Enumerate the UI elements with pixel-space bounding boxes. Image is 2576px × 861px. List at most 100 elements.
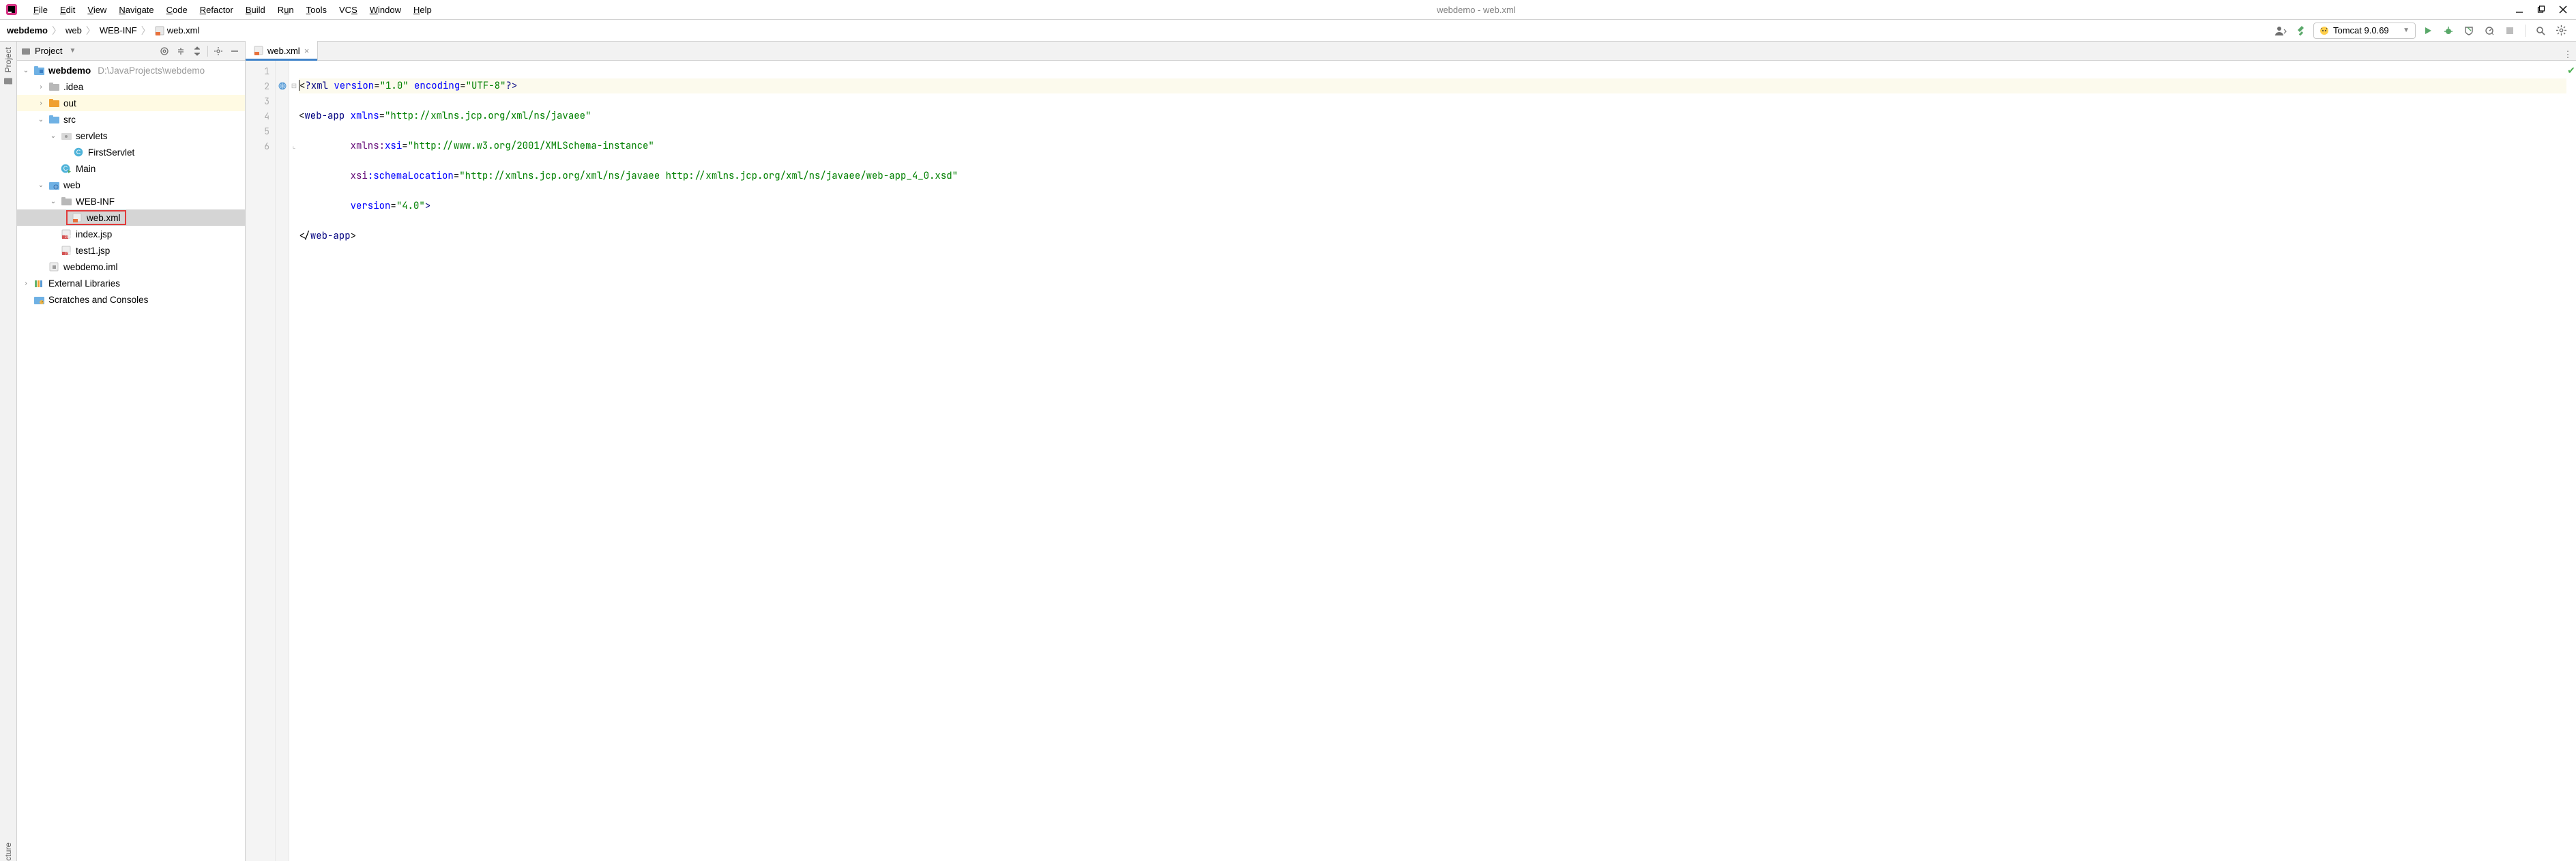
class-runnable-icon: C xyxy=(61,163,72,174)
profile-button[interactable] xyxy=(2481,23,2498,39)
package-icon xyxy=(61,130,72,141)
menu-edit[interactable]: Edit xyxy=(54,3,81,17)
fold-gutter: ⊟ ⌞ xyxy=(289,61,299,861)
breadcrumb-file-label: web.xml xyxy=(167,25,200,35)
line-number[interactable]: 5 xyxy=(246,123,275,138)
tree-node-external-libraries[interactable]: › External Libraries xyxy=(17,275,245,291)
hide-panel-icon[interactable] xyxy=(229,45,241,57)
tree-node-project-root[interactable]: ⌄ webdemo D:\JavaProjects\webdemo xyxy=(17,62,245,78)
chevron-down-icon[interactable]: ⌄ xyxy=(36,116,46,123)
tree-node-web-xml[interactable]: web.xml xyxy=(17,209,245,226)
scratches-icon xyxy=(33,294,44,305)
line-number[interactable]: 1 xyxy=(246,63,275,78)
project-tool-window: Project ▼ ⌄ webdemo D:\JavaProjects\webd… xyxy=(17,42,246,861)
build-hammer-icon[interactable] xyxy=(2293,23,2309,39)
tree-node-servlets[interactable]: ⌄ servlets xyxy=(17,128,245,144)
menu-window[interactable]: Window xyxy=(364,3,407,17)
menu-file[interactable]: File xyxy=(27,3,54,17)
line-number[interactable]: 6 xyxy=(246,138,275,154)
run-button[interactable] xyxy=(2420,23,2436,39)
search-button[interactable] xyxy=(2532,23,2549,39)
tree-node-test1-jsp[interactable]: JSP test1.jsp xyxy=(17,242,245,259)
menu-code[interactable]: Code xyxy=(160,3,194,17)
tree-node-iml[interactable]: webdemo.iml xyxy=(17,259,245,275)
chevron-right-icon[interactable]: › xyxy=(36,83,46,91)
tree-node-idea[interactable]: › .idea xyxy=(17,78,245,95)
class-icon: C xyxy=(73,147,84,158)
icon-gutter xyxy=(276,61,289,861)
app-logo-icon xyxy=(5,3,18,16)
side-tab-project[interactable]: Project xyxy=(3,47,13,86)
menu-refactor[interactable]: Refactor xyxy=(194,3,239,17)
menu-help[interactable]: Help xyxy=(407,3,438,17)
fold-start-icon[interactable]: ⊟ xyxy=(289,78,299,93)
chevron-down-icon[interactable]: ⌄ xyxy=(48,132,58,140)
breadcrumb-root[interactable]: webdemo xyxy=(7,25,48,35)
xml-file-icon xyxy=(155,26,164,35)
breadcrumb-webinf[interactable]: WEB-INF xyxy=(100,25,137,35)
editor-panel: web.xml × ⋮ 1 2 3 4 5 6 ⊟ xyxy=(246,42,2576,861)
jsp-file-icon: JSP xyxy=(61,229,72,239)
tree-node-out[interactable]: › out xyxy=(17,95,245,111)
tree-node-src[interactable]: ⌄ src xyxy=(17,111,245,128)
chevron-right-icon[interactable]: › xyxy=(21,280,31,287)
breadcrumb-file[interactable]: web.xml xyxy=(155,25,200,35)
menu-navigate[interactable]: Navigate xyxy=(113,3,160,17)
code-editor[interactable]: <?xml version="1.0" encoding="UTF-8"?> <… xyxy=(299,61,2566,861)
menu-build[interactable]: Build xyxy=(239,3,272,17)
chevron-down-icon[interactable]: ⌄ xyxy=(21,67,31,74)
breadcrumb: webdemo 〉 web 〉 WEB-INF 〉 web.xml xyxy=(7,24,199,38)
libraries-icon xyxy=(33,278,44,289)
xml-file-icon xyxy=(72,212,83,223)
project-toolbar: Project ▼ xyxy=(17,42,245,61)
run-configuration-selector[interactable]: Tomcat 9.0.69 ▼ xyxy=(2313,23,2416,39)
line-number[interactable]: 4 xyxy=(246,108,275,123)
settings-gear-icon[interactable] xyxy=(2553,23,2569,39)
maximize-button[interactable] xyxy=(2536,5,2546,14)
close-button[interactable] xyxy=(2558,5,2568,14)
svg-text:JSP: JSP xyxy=(65,235,71,239)
tree-node-first-servlet[interactable]: C FirstServlet xyxy=(17,144,245,160)
select-opened-file-icon[interactable] xyxy=(158,45,171,57)
web-config-gutter-icon[interactable] xyxy=(276,78,289,93)
line-number[interactable]: 3 xyxy=(246,93,275,108)
project-tree[interactable]: ⌄ webdemo D:\JavaProjects\webdemo › .ide… xyxy=(17,61,245,861)
tree-node-index-jsp[interactable]: JSP index.jsp xyxy=(17,226,245,242)
expand-all-icon[interactable] xyxy=(175,45,187,57)
tree-node-scratches[interactable]: Scratches and Consoles xyxy=(17,291,245,308)
window-controls xyxy=(2515,5,2571,14)
side-tab-structure[interactable]: cture xyxy=(3,843,13,861)
menu-vcs[interactable]: VCS xyxy=(333,3,364,17)
debug-button[interactable] xyxy=(2440,23,2457,39)
chevron-down-icon: ▼ xyxy=(69,47,76,55)
close-tab-icon[interactable]: × xyxy=(304,46,310,56)
tree-node-main[interactable]: C Main xyxy=(17,160,245,177)
menu-tools[interactable]: Tools xyxy=(300,3,333,17)
chevron-down-icon[interactable]: ⌄ xyxy=(48,198,58,205)
inspection-ok-icon[interactable]: ✔ xyxy=(2567,65,2575,76)
svg-text:C: C xyxy=(76,149,81,156)
minimize-button[interactable] xyxy=(2515,5,2524,14)
chevron-right-icon[interactable]: › xyxy=(36,100,46,107)
chevron-right-icon: 〉 xyxy=(140,24,152,38)
highlighted-file: web.xml xyxy=(66,210,126,225)
coverage-button[interactable] xyxy=(2461,23,2477,39)
chevron-right-icon: 〉 xyxy=(50,24,63,38)
menu-run[interactable]: Run xyxy=(272,3,300,17)
collapse-all-icon[interactable] xyxy=(191,45,203,57)
iml-file-icon xyxy=(48,261,59,272)
tab-overflow-icon[interactable]: ⋮ xyxy=(2560,49,2576,60)
project-view-selector[interactable]: Project ▼ xyxy=(21,46,76,56)
fold-end-icon[interactable]: ⌞ xyxy=(289,138,299,154)
settings-gear-icon[interactable] xyxy=(212,45,224,57)
editor-tab-web-xml[interactable]: web.xml × xyxy=(246,41,318,60)
stop-button[interactable] xyxy=(2502,23,2518,39)
menu-view[interactable]: View xyxy=(81,3,113,17)
tree-node-web-inf[interactable]: ⌄ WEB-INF xyxy=(17,193,245,209)
tree-node-web[interactable]: ⌄ web xyxy=(17,177,245,193)
chevron-down-icon[interactable]: ⌄ xyxy=(36,181,46,189)
line-number[interactable]: 2 xyxy=(246,78,275,93)
module-icon xyxy=(33,65,44,76)
user-icon[interactable] xyxy=(2272,23,2289,39)
breadcrumb-web[interactable]: web xyxy=(65,25,82,35)
